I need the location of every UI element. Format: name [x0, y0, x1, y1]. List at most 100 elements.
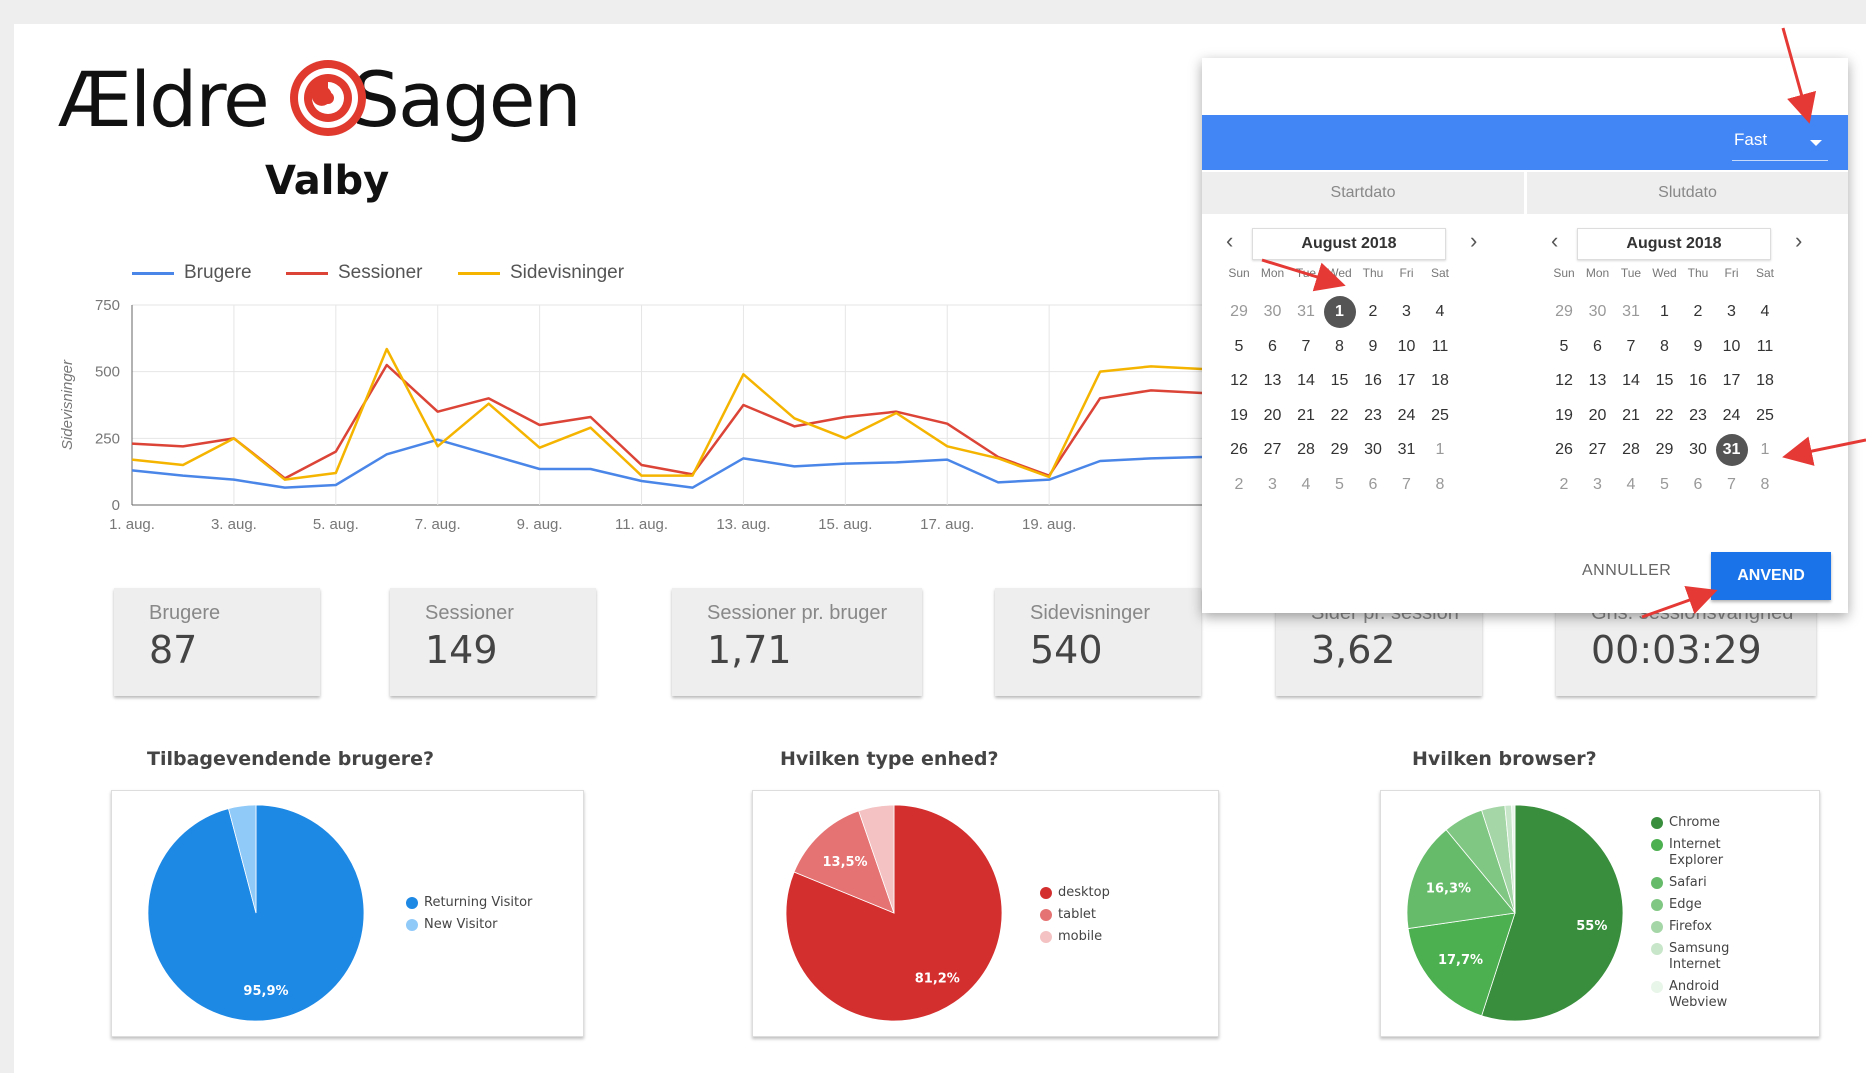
kpi-value: 3,62 — [1311, 628, 1396, 672]
chevron-right-icon[interactable]: › — [1795, 228, 1802, 254]
x-tick-label: 3. aug. — [211, 516, 257, 533]
pie-legend-item[interactable]: Android Webview — [1651, 979, 1751, 1011]
kpi-value: 149 — [425, 628, 498, 672]
legend-dot — [1651, 877, 1663, 889]
date-range-picker: Fast Startdato Slutdato ‹ August 2018 › … — [1202, 58, 1848, 613]
chart-ticks: 0 250 500 750 1. aug. 3. aug. 5. aug. 7. aug. 9.… — [95, 297, 1076, 533]
x-tick-label: 1. aug. — [109, 516, 155, 533]
pie-legend-returning: Returning Visitor New Visitor — [406, 895, 532, 939]
kpi-value: 87 — [149, 628, 198, 672]
kpi-value: 1,71 — [707, 628, 792, 672]
pie-legend-item[interactable]: Returning Visitor — [406, 895, 532, 911]
kpi-card-brugere: Brugere 87 — [114, 588, 320, 696]
pie-legend-item[interactable]: Samsung Internet — [1651, 941, 1751, 973]
y-axis-label: Sidevisninger — [59, 359, 76, 450]
legend-label: Chrome — [1669, 815, 1720, 830]
legend-dot — [1040, 909, 1052, 921]
legend-swatch — [132, 271, 174, 275]
x-tick-label: 7. aug. — [415, 516, 461, 533]
calendar-day[interactable]: 1 — [1745, 433, 1785, 467]
legend-dot — [1040, 931, 1052, 943]
legend-label: Safari — [1669, 875, 1707, 890]
pie-legend-item[interactable]: desktop — [1040, 885, 1110, 901]
section-title-returning: Tilbagevendende brugere? — [147, 748, 435, 770]
chevron-left-icon[interactable]: ‹ — [1226, 228, 1233, 254]
legend-dot — [1651, 943, 1663, 955]
tab-startdato[interactable]: Startdato — [1202, 172, 1524, 214]
y-tick-label: 0 — [112, 497, 120, 514]
legend-dot — [406, 897, 418, 909]
pie-slice-label: 81,2% — [915, 972, 960, 987]
pie-legend-item[interactable]: Safari — [1651, 875, 1751, 891]
legend-label: tablet — [1058, 907, 1097, 922]
pie-legend-device: desktop tablet mobile — [1040, 885, 1110, 951]
calendar-day[interactable]: 8 — [1420, 468, 1460, 502]
legend-dot — [1651, 899, 1663, 911]
legend-dot — [1651, 981, 1663, 993]
month-selector[interactable]: August 2018 — [1252, 228, 1446, 260]
x-tick-label: 13. aug. — [716, 516, 770, 533]
x-tick-label: 5. aug. — [313, 516, 359, 533]
legend-label: Edge — [1669, 897, 1702, 912]
legend-label: Returning Visitor — [424, 895, 533, 910]
x-tick-label: 19. aug. — [1022, 516, 1076, 533]
kpi-label: Sidevisninger — [1030, 602, 1151, 624]
calendar-day[interactable]: 18 — [1745, 364, 1785, 398]
kpi-card-sessioner: Sessioner 149 — [390, 588, 596, 696]
calendar-day[interactable]: 11 — [1420, 330, 1460, 364]
pie-legend-browser: Chrome Internet Explorer Safari Edge Firefox… — [1651, 815, 1751, 1017]
calendar-day[interactable]: 25 — [1745, 399, 1785, 433]
series-line-brugere — [131, 438, 1203, 489]
pie-legend-item[interactable]: tablet — [1040, 907, 1110, 923]
calendar-day[interactable]: 8 — [1745, 468, 1785, 502]
pie-legend-item[interactable]: Firefox — [1651, 919, 1751, 935]
calendar-day[interactable]: 1 — [1420, 433, 1460, 467]
logo-swirl-icon — [290, 60, 366, 136]
pie-slice-label: 17,7% — [1438, 953, 1483, 968]
kpi-label: Brugere — [149, 602, 221, 624]
tab-slutdato[interactable]: Slutdato — [1527, 172, 1848, 214]
y-tick-label: 250 — [95, 430, 120, 447]
calendar-day[interactable]: 11 — [1745, 330, 1785, 364]
y-tick-label: 750 — [95, 297, 120, 314]
caret-down-icon[interactable] — [1810, 140, 1822, 146]
legend-dot — [406, 919, 418, 931]
apply-button[interactable]: ANVEND — [1711, 552, 1831, 600]
logo-subtitle: Valby — [265, 158, 390, 204]
legend-swatch — [458, 271, 500, 275]
pie-slice-label: 55% — [1576, 919, 1607, 934]
calendar-day[interactable]: 25 — [1420, 399, 1460, 433]
month-selector[interactable]: August 2018 — [1577, 228, 1771, 260]
legend-dot — [1651, 817, 1663, 829]
series-line-sidevisninger — [131, 347, 1203, 481]
section-title-browser: Hvilken browser? — [1412, 748, 1597, 770]
legend-label: desktop — [1058, 885, 1110, 900]
x-tick-label: 17. aug. — [920, 516, 974, 533]
chevron-left-icon[interactable]: ‹ — [1551, 228, 1558, 254]
date-mode-underline — [1732, 160, 1828, 161]
pie-legend-item[interactable]: mobile — [1040, 929, 1110, 945]
series-line-sessioner — [131, 363, 1203, 480]
calendar-day[interactable]: 4 — [1745, 295, 1785, 329]
calendar-day[interactable]: 18 — [1420, 364, 1460, 398]
chevron-right-icon[interactable]: › — [1470, 228, 1477, 254]
legend-label: Samsung Internet — [1669, 941, 1730, 972]
logo-text-part2: Sagen — [351, 55, 582, 144]
pie-legend-item[interactable]: Internet Explorer — [1651, 837, 1751, 869]
legend-dot — [1651, 839, 1663, 851]
weekday-header: Sat — [1430, 266, 1449, 280]
legend-label: Internet Explorer — [1669, 837, 1724, 868]
pie-legend-item[interactable]: Edge — [1651, 897, 1751, 913]
kpi-label: Sessioner pr. bruger — [707, 602, 888, 624]
legend-dot — [1040, 887, 1052, 899]
pie-card-device: 81,2% 13,5% desktop tablet mobile — [752, 790, 1219, 1037]
pie-chart-device: 81,2% 13,5% — [785, 804, 1003, 1022]
calendar-day[interactable]: 4 — [1420, 295, 1460, 329]
pie-card-returning: 95,9% Returning Visitor New Visitor — [111, 790, 584, 1037]
legend-label: mobile — [1058, 929, 1103, 944]
cancel-button[interactable]: ANNULLER — [1582, 562, 1671, 580]
pie-chart-browser: 55% 17,7% 16,3% — [1406, 804, 1624, 1022]
date-mode-dropdown[interactable]: Fast — [1734, 130, 1767, 150]
pie-legend-item[interactable]: Chrome — [1651, 815, 1751, 831]
pie-legend-item[interactable]: New Visitor — [406, 917, 532, 933]
